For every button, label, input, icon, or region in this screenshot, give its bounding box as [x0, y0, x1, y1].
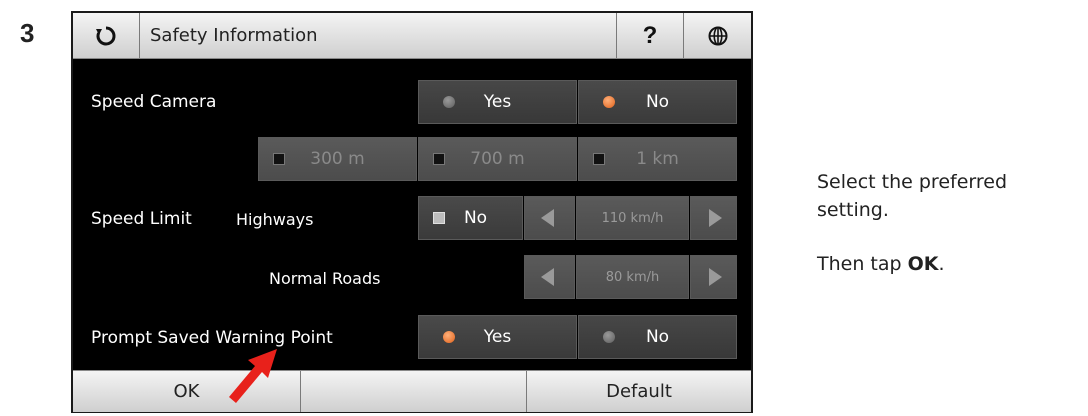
instruction-line: Then tap OK. — [817, 253, 945, 275]
pointer-arrow-icon — [229, 349, 277, 403]
arrow-right-icon — [709, 268, 722, 286]
arrow-right-icon — [709, 209, 722, 227]
speed-camera-label: Speed Camera — [91, 92, 217, 112]
bottom-bar: OK Default — [73, 370, 751, 412]
prompt-warning-yes-button[interactable]: Yes — [418, 315, 577, 359]
ok-emphasis: OK — [907, 253, 939, 275]
distance-700m-button[interactable]: 700 m — [418, 137, 577, 181]
instruction-line: Select the preferred — [817, 171, 1008, 193]
step-number: 3 — [20, 18, 35, 48]
normal-roads-decrease-button[interactable] — [524, 255, 575, 299]
page-title: Safety Information — [140, 13, 617, 58]
highways-label: Highways — [236, 210, 314, 229]
normal-roads-increase-button[interactable] — [690, 255, 737, 299]
speed-camera-yes-button[interactable]: Yes — [418, 80, 577, 124]
normal-roads-label: Normal Roads — [269, 269, 381, 288]
language-button[interactable] — [684, 13, 751, 58]
help-icon: ? — [642, 21, 658, 49]
highways-decrease-button[interactable] — [524, 196, 575, 240]
speed-camera-no-button[interactable]: No — [578, 80, 737, 124]
distance-1km-button[interactable]: 1 km — [578, 137, 737, 181]
prompt-warning-label: Prompt Saved Warning Point — [91, 328, 333, 348]
distance-300m-button[interactable]: 300 m — [258, 137, 417, 181]
title-bar: Safety Information ? — [73, 13, 751, 59]
globe-icon — [708, 26, 727, 45]
default-button[interactable]: Default — [527, 371, 751, 412]
normal-roads-value: 80 km/h — [576, 255, 689, 299]
help-button[interactable]: ? — [617, 13, 684, 58]
back-button[interactable] — [73, 13, 140, 58]
speed-limit-label: Speed Limit — [91, 209, 192, 229]
highways-value: 110 km/h — [576, 196, 689, 240]
bottom-bar-empty-slot — [301, 371, 527, 412]
prompt-warning-no-button[interactable]: No — [578, 315, 737, 359]
highways-toggle-button[interactable]: No — [418, 196, 523, 240]
highways-increase-button[interactable] — [690, 196, 737, 240]
device-screen: Safety Information ? Speed Camera Yes No… — [71, 11, 753, 413]
arrow-left-icon — [541, 268, 554, 286]
instructions: Select the preferred setting. Then tap O… — [817, 168, 1007, 278]
refresh-back-icon — [96, 26, 116, 45]
instruction-line: setting. — [817, 199, 889, 221]
arrow-left-icon — [541, 209, 554, 227]
